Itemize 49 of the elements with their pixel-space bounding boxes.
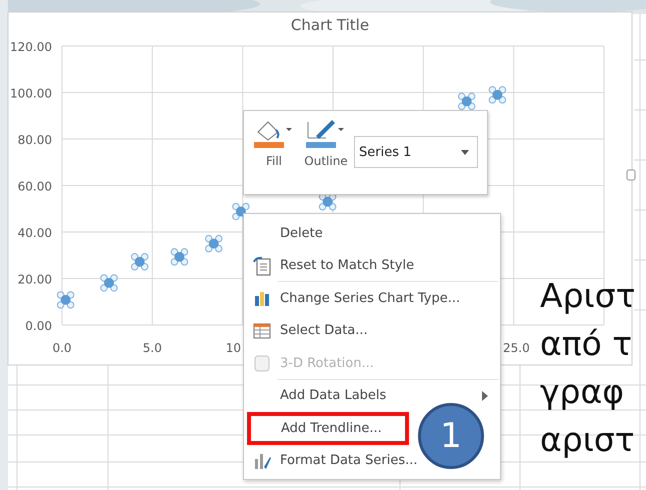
y-axis-label: 0.00	[25, 319, 52, 333]
slide-text-line: γραφ	[540, 371, 625, 413]
format-series-icon	[255, 454, 271, 469]
menu-item[interactable]: Select Data...	[246, 314, 498, 347]
y-axis-label: 20.00	[18, 272, 52, 286]
table-icon	[254, 323, 270, 338]
submenu-arrow-icon	[482, 390, 488, 401]
point	[60, 294, 71, 305]
data-point[interactable]	[205, 234, 222, 252]
x-axis-label: 5.0	[142, 341, 162, 355]
y-axis-label: 120.00	[10, 40, 52, 54]
slide-text-line: από τ	[540, 323, 634, 365]
data-point[interactable]	[488, 86, 506, 104]
data-point[interactable]	[170, 248, 188, 266]
fill-button[interactable]: Fill	[250, 116, 298, 170]
dropdown-caret-icon	[461, 150, 469, 154]
point	[134, 256, 145, 267]
point	[322, 196, 333, 207]
menu-item[interactable]: Delete	[246, 217, 498, 250]
point	[208, 238, 219, 249]
resize-handle[interactable]	[626, 170, 636, 180]
series-dropdown[interactable]: Series 1	[354, 136, 478, 168]
point	[174, 252, 184, 262]
y-axis-label: 60.00	[18, 180, 52, 194]
y-axis-label: 80.00	[18, 133, 52, 147]
slide-text-line: Αριστ	[540, 275, 636, 317]
menu-item[interactable]: Change Series Chart Type...	[246, 282, 498, 314]
y-axis-label: 40.00	[18, 226, 52, 240]
data-point[interactable]	[130, 253, 148, 270]
outline-button[interactable]: Outline	[302, 116, 350, 170]
point	[462, 96, 472, 106]
document-icon	[253, 256, 270, 276]
point	[104, 278, 114, 288]
x-axis-label: 0.0	[52, 341, 72, 355]
bar-chart-icon	[255, 292, 269, 306]
cube-icon	[254, 356, 270, 372]
menu-item[interactable]: Add Trendline...	[247, 412, 409, 444]
chart-title[interactable]: Chart Title	[290, 16, 370, 34]
y-axis-label: 100.00	[10, 86, 52, 100]
x-axis-label: 25.0	[503, 341, 530, 355]
pen-icon	[308, 120, 344, 139]
data-point[interactable]	[100, 274, 118, 292]
point	[492, 90, 502, 100]
x-axis-label: 10	[226, 341, 241, 355]
data-point[interactable]	[56, 291, 74, 309]
paint-bucket-icon	[257, 121, 292, 141]
data-point[interactable]	[458, 92, 476, 110]
point	[236, 206, 246, 217]
slide-text-line: αριστ	[540, 419, 636, 461]
